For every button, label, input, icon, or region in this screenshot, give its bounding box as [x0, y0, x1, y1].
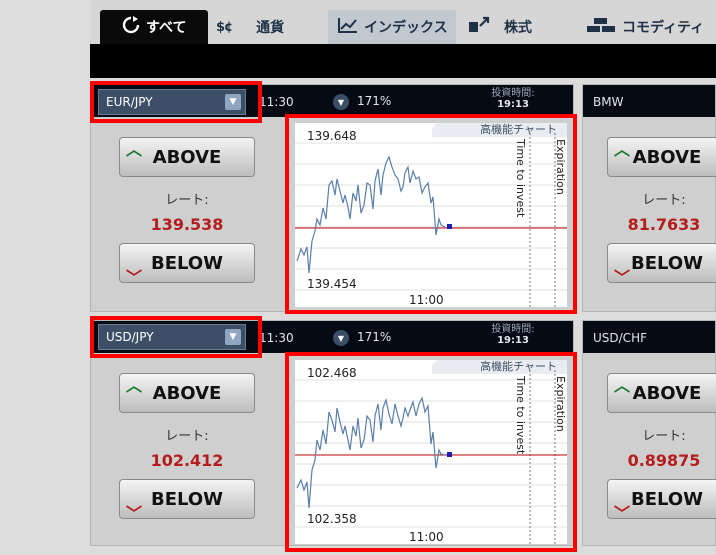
invest-time: 投資時間: 19:13	[483, 88, 543, 110]
trading-page: すべて $¢ 通貨 インデックス 株式 コモディティ 11:30 ▼ 171% …	[0, 0, 716, 555]
trade-widget-usdchf: USD/CHF ︿ ABOVE レート: 0.89875 BELOW ﹀	[582, 320, 716, 546]
tab-index-label: インデックス	[364, 20, 448, 36]
tab-commodities[interactable]: コモディティ	[584, 10, 716, 44]
below-button[interactable]: BELOW ﹀	[119, 243, 255, 287]
gold-bars-icon	[586, 17, 616, 37]
invest-time: 投資時間: 19:13	[483, 324, 543, 346]
chevron-down-icon[interactable]: ▼	[333, 330, 349, 346]
rate-label: レート:	[642, 429, 686, 444]
below-label: BELOW	[151, 252, 223, 274]
tab-stocks-label: 株式	[504, 20, 532, 36]
chevron-up-icon: ︿	[126, 376, 143, 395]
toolbar-strip	[90, 44, 716, 78]
tab-all-label: すべて	[146, 20, 187, 36]
invest-time-value: 19:13	[497, 335, 529, 346]
currency-icon: $¢	[216, 19, 233, 35]
above-label: ABOVE	[152, 382, 222, 404]
rate-value: 81.7633	[627, 215, 701, 234]
below-button[interactable]: BELOW ﹀	[607, 243, 716, 287]
below-label: BELOW	[151, 488, 223, 510]
rate-label: レート:	[165, 193, 209, 208]
tab-index[interactable]: インデックス	[328, 10, 456, 44]
above-button[interactable]: ︿ ABOVE	[607, 373, 716, 413]
highlight-box	[90, 81, 262, 123]
below-label: BELOW	[631, 488, 703, 510]
above-label: ABOVE	[632, 382, 702, 404]
expiry-time: 11:30	[259, 331, 294, 345]
tab-currency[interactable]: $¢ 通貨	[208, 10, 318, 44]
pair-label: USD/CHF	[593, 331, 647, 345]
above-button[interactable]: ︿ ABOVE	[119, 373, 255, 413]
above-button[interactable]: ︿ ABOVE	[607, 137, 716, 177]
chevron-down-icon: ﹀	[126, 504, 143, 523]
tab-all[interactable]: すべて	[100, 10, 208, 44]
above-label: ABOVE	[632, 146, 702, 168]
below-button[interactable]: BELOW ﹀	[119, 479, 255, 523]
rate-value: 0.89875	[627, 451, 701, 470]
refresh-icon	[122, 16, 140, 38]
rate-label: レート:	[642, 193, 686, 208]
rate-value: 139.538	[150, 215, 224, 234]
invest-time-label: 投資時間:	[491, 324, 535, 335]
chevron-up-icon: ︿	[614, 140, 631, 159]
rate-label: レート:	[165, 429, 209, 444]
invest-time-value: 19:13	[497, 99, 529, 110]
highlight-box	[285, 352, 577, 552]
chevron-down-icon[interactable]: ▼	[333, 94, 349, 110]
below-button[interactable]: BELOW ﹀	[607, 479, 716, 523]
below-label: BELOW	[631, 252, 703, 274]
category-tab-bar: すべて $¢ 通貨 インデックス 株式 コモディティ	[90, 0, 716, 44]
expiry-time: 11:30	[259, 95, 294, 109]
pair-label: BMW	[593, 95, 624, 109]
tab-currency-label: 通貨	[256, 20, 285, 36]
payout-percent: 171%	[357, 330, 392, 344]
chevron-up-icon: ︿	[126, 140, 143, 159]
highlight-box	[90, 316, 262, 358]
highlight-box	[285, 114, 577, 314]
above-label: ABOVE	[152, 146, 222, 168]
chevron-up-icon: ︿	[614, 376, 631, 395]
chart-line-icon	[338, 17, 358, 37]
chevron-down-icon: ﹀	[126, 268, 143, 287]
trade-widget-bmw: BMW ︿ ABOVE レート: 81.7633 BELOW ﹀	[582, 84, 716, 312]
above-button[interactable]: ︿ ABOVE	[119, 137, 255, 177]
chevron-down-icon: ﹀	[614, 504, 631, 523]
invest-time-label: 投資時間:	[491, 88, 535, 99]
stock-icon	[468, 16, 492, 38]
payout-percent: 171%	[357, 94, 392, 108]
chevron-down-icon: ﹀	[614, 268, 631, 287]
tab-stocks[interactable]: 株式	[464, 10, 564, 44]
tab-commodities-label: コモディティ	[622, 20, 705, 36]
rate-value: 102.412	[150, 451, 224, 470]
